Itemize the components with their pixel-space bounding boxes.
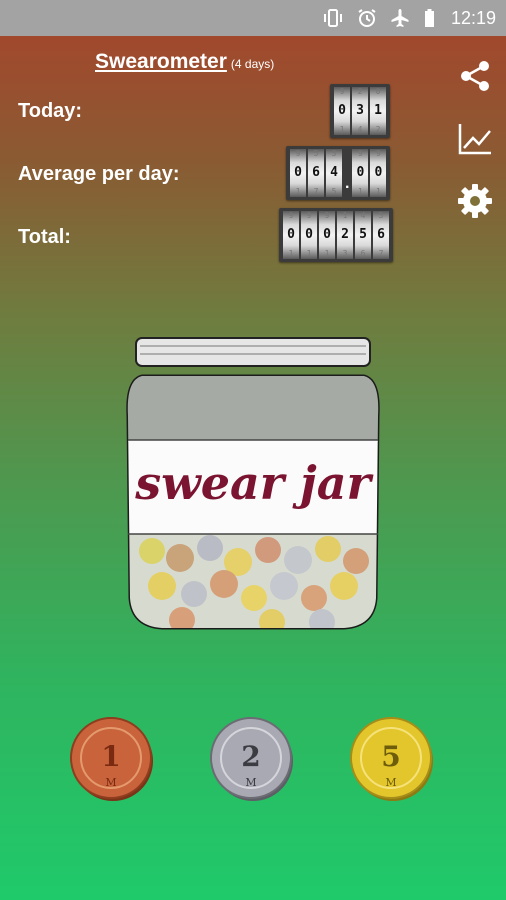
average-digit: 9 0 1 — [290, 149, 306, 197]
digit-value: 5 — [359, 227, 367, 242]
digit-roll: 1 — [342, 211, 348, 220]
coin-2-value: 2 — [241, 740, 260, 773]
digit-roll: 2 — [357, 87, 363, 96]
digit-value: 0 — [338, 103, 346, 118]
statistics-button[interactable] — [456, 120, 494, 158]
digit-value: 2 — [341, 227, 349, 242]
status-bar: 12:19 — [0, 0, 506, 36]
digit-value: 0 — [323, 227, 331, 242]
settings-icon — [458, 184, 492, 218]
digit-roll: 5 — [313, 149, 319, 158]
today-counter: 9 0 1 2 3 4 0 1 2 — [330, 84, 390, 138]
digit-roll: 5 — [378, 211, 384, 220]
vibrate-icon — [324, 9, 342, 27]
digit-value: 0 — [374, 165, 383, 180]
digit-roll: 4 — [357, 125, 363, 134]
total-digit: 4 5 6 — [355, 211, 371, 259]
add-5-coin-button[interactable]: 5 M — [350, 716, 436, 802]
add-2-coin-button[interactable]: 2 M — [210, 716, 296, 802]
digit-roll: 9 — [339, 87, 345, 96]
digit-roll: 3 — [342, 249, 348, 258]
digit-roll: 7 — [313, 187, 319, 196]
digit-roll: 9 — [358, 149, 363, 158]
digit-value: 4 — [330, 165, 338, 180]
chart-icon — [458, 124, 491, 155]
average-counter: 9 0 1 5 6 7 3 4 5. 9 0 1 9 0 1 — [286, 146, 391, 200]
coin-5-unit: M — [385, 776, 396, 789]
digit-roll: 9 — [295, 149, 301, 158]
total-digit: 5 6 7 — [373, 211, 389, 259]
settings-button[interactable] — [456, 182, 494, 220]
digit-roll: 9 — [324, 211, 330, 220]
jar-label: swear jar — [134, 456, 374, 510]
decimal-separator: . — [345, 175, 350, 192]
coin-5-value: 5 — [381, 740, 400, 773]
digit-roll: 5 — [331, 187, 337, 196]
share-button[interactable] — [456, 57, 494, 95]
digit-value: 6 — [377, 227, 385, 242]
digit-roll: 1 — [358, 187, 363, 196]
digit-roll: 3 — [331, 149, 337, 158]
digit-value: 3 — [356, 103, 364, 118]
digit-value: 0 — [287, 227, 295, 242]
average-digit: 3 4 5 — [326, 149, 342, 197]
digit-value: 0 — [356, 165, 365, 180]
digit-roll: 9 — [288, 211, 294, 220]
digit-roll: 7 — [378, 249, 384, 258]
total-digit: 1 2 3 — [337, 211, 353, 259]
average-digit: 9 0 1 — [352, 149, 369, 197]
average-label: Average per day: — [18, 163, 180, 185]
digit-roll: 1 — [295, 187, 301, 196]
days-count: (4 days) — [230, 57, 275, 71]
average-digit: 9 0 1 — [370, 149, 387, 197]
total-digit: 9 0 1 — [283, 211, 299, 259]
clock: 12:19 — [450, 8, 496, 28]
digit-roll: 9 — [306, 211, 312, 220]
digit-roll: 6 — [360, 249, 366, 258]
coin-1-unit: M — [105, 776, 116, 789]
coin-1-value: 1 — [101, 740, 120, 773]
airplane-icon — [391, 9, 409, 27]
today-label: Today: — [18, 100, 83, 122]
digit-value: 0 — [305, 227, 313, 242]
swear-jar[interactable]: swear jar — [122, 336, 384, 638]
today-digit: 0 1 2 — [370, 87, 386, 135]
share-icon — [461, 61, 489, 91]
total-counter: 901901901123456567 — [279, 208, 393, 262]
digit-roll: 1 — [376, 187, 381, 196]
app-title[interactable]: Swearometer — [95, 50, 227, 73]
add-1-coin-button[interactable]: 1 M — [70, 716, 156, 802]
today-digit: 2 3 4 — [352, 87, 368, 135]
digit-roll: 2 — [375, 125, 381, 134]
digit-roll: 9 — [376, 149, 381, 158]
digit-value: 0 — [294, 165, 302, 180]
digit-roll: 4 — [360, 211, 366, 220]
digit-roll: 1 — [339, 125, 345, 134]
digit-roll: 1 — [288, 249, 294, 258]
digit-value: 1 — [374, 103, 382, 118]
app-screen: 12:19 Swearometer (4 days) Today: Average… — [0, 0, 506, 900]
digit-value: 6 — [312, 165, 320, 180]
total-label: Total: — [18, 226, 71, 248]
coin-2-unit: M — [245, 776, 256, 789]
alarm-icon — [358, 9, 376, 27]
battery-icon — [425, 9, 434, 27]
digit-roll: 1 — [306, 249, 312, 258]
total-digit: 9 0 1 — [319, 211, 335, 259]
header: Swearometer (4 days) — [95, 50, 274, 74]
average-digit: 5 6 7 — [308, 149, 324, 197]
total-digit: 9 0 1 — [301, 211, 317, 259]
today-digit: 9 0 1 — [334, 87, 350, 135]
digit-roll: 0 — [375, 87, 381, 96]
digit-roll: 1 — [324, 249, 330, 258]
